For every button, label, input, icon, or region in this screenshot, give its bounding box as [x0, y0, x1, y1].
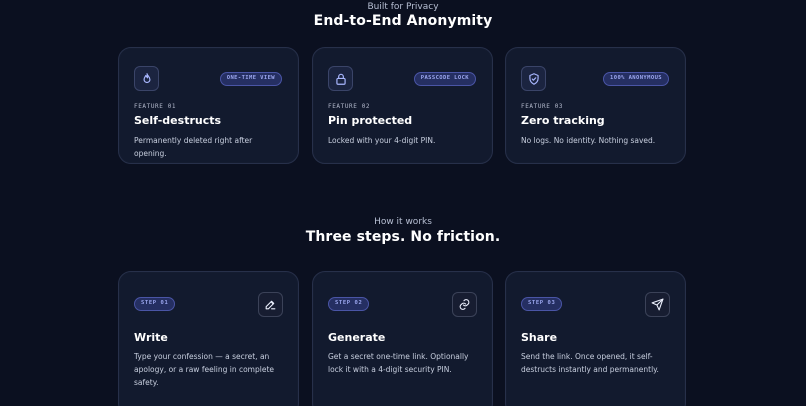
step-card-write: STEP 01 Write Type your confession — a s…	[118, 271, 299, 406]
anonymous-badge: 100% ANONYMOUS	[603, 72, 669, 86]
step-description: Type your confession — a secret, an apol…	[134, 352, 275, 387]
shield-check-icon	[521, 66, 546, 91]
step-title: Write	[134, 331, 168, 344]
step-description: Send the link. Once opened, it self-dest…	[521, 352, 659, 374]
feature-card-pin-protected: PASSCODE LOCK FEATURE 02 Pin protected L…	[312, 47, 493, 164]
feature-number: FEATURE 03	[521, 103, 564, 110]
feature-card-self-destructs: ONE-TIME VIEW FEATURE 01 Self-destructs …	[118, 47, 299, 164]
step-description: Get a secret one-time link. Optionally l…	[328, 352, 469, 374]
feature-description: Permanently deleted right after opening.	[134, 136, 253, 158]
feature-title: Pin protected	[328, 114, 413, 127]
step-card-generate: STEP 02 Generate Get a secret one-time l…	[312, 271, 493, 406]
step-title: Generate	[328, 331, 386, 344]
feature-description: Locked with your 4-digit PIN.	[328, 136, 436, 145]
pencil-icon	[258, 292, 283, 317]
how-it-works-title: Three steps. No friction.	[305, 229, 501, 245]
send-icon	[645, 292, 670, 317]
landing-page: Built for Privacy End-to-End Anonymity O…	[0, 0, 806, 406]
step-card-share: STEP 03 Share Send the link. Once opened…	[505, 271, 686, 406]
feature-title: Self-destructs	[134, 114, 222, 127]
privacy-title: End-to-End Anonymity	[313, 13, 493, 29]
step-title: Share	[521, 331, 558, 344]
passcode-lock-badge: PASSCODE LOCK	[413, 72, 476, 86]
link-icon	[452, 292, 477, 317]
how-it-works-eyebrow: How it works	[374, 217, 432, 227]
feature-number: FEATURE 02	[328, 103, 371, 110]
feature-card-zero-tracking: 100% ANONYMOUS FEATURE 03 Zero tracking …	[505, 47, 686, 164]
step-badge: STEP 03	[521, 297, 563, 311]
step-badge: STEP 02	[328, 297, 370, 311]
feature-description: No logs. No identity. Nothing saved.	[521, 136, 656, 145]
one-time-view-badge: ONE-TIME VIEW	[219, 72, 282, 86]
flame-icon	[134, 66, 159, 91]
feature-title: Zero tracking	[521, 114, 605, 127]
feature-number: FEATURE 01	[134, 103, 177, 110]
lock-icon	[328, 66, 353, 91]
step-badge: STEP 01	[134, 297, 176, 311]
